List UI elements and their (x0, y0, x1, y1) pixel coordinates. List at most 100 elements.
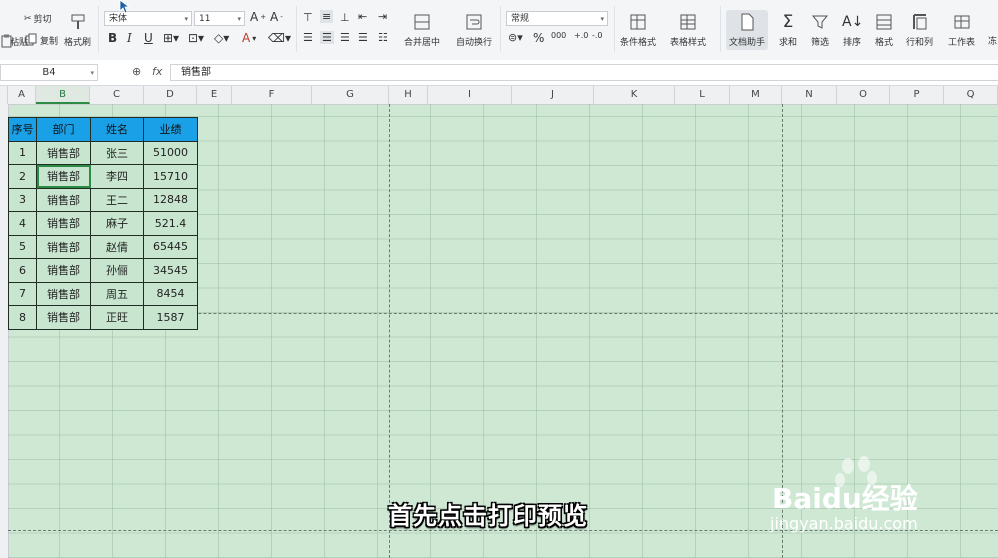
number-format-select[interactable]: 常规 ▾ (506, 11, 608, 26)
align-bottom-icon[interactable]: ⊥ (340, 11, 350, 24)
decrease-decimal-icon[interactable]: -.0 (592, 31, 603, 40)
table-cell[interactable]: 销售部 (36, 258, 91, 283)
column-header-g[interactable]: G (312, 86, 389, 104)
fx-icon[interactable]: fx (152, 65, 162, 78)
indent-increase-icon[interactable]: ⇥ (378, 10, 387, 23)
table-cell[interactable]: 销售部 (36, 140, 91, 165)
justify-icon[interactable]: ☰ (358, 31, 368, 44)
fill-color-icon[interactable]: ◇▾ (214, 31, 229, 45)
align-center-icon[interactable]: ☰ (320, 31, 334, 44)
eraser-icon[interactable]: ⌫▾ (268, 31, 291, 45)
align-middle-icon[interactable]: ≡ (320, 10, 334, 23)
table-cell[interactable]: 正旺 (90, 305, 144, 330)
doc-assistant-button[interactable]: 文档助手 (726, 10, 769, 50)
thousands-icon[interactable]: 000 (551, 31, 566, 40)
column-header-a[interactable]: A (8, 86, 36, 104)
column-header-k[interactable]: K (594, 86, 675, 104)
align-right-icon[interactable]: ☰ (340, 31, 350, 44)
table-cell[interactable]: 8454 (143, 281, 198, 306)
table-cell[interactable]: 6 (8, 258, 37, 283)
table-cell[interactable]: 销售部 (36, 187, 91, 212)
filter-button[interactable]: 筛选 (810, 12, 830, 48)
header-cell[interactable]: 业绩 (143, 117, 198, 142)
merge-center-button[interactable]: 合并居中 (404, 12, 440, 48)
currency-icon[interactable]: ⊜▾ (508, 31, 523, 44)
wrap-text-button[interactable]: 自动换行 (456, 12, 492, 48)
align-top-icon[interactable]: ⊤ (303, 11, 313, 24)
table-cell[interactable]: 8 (8, 305, 37, 330)
column-header-m[interactable]: M (730, 86, 782, 104)
conditional-format-button[interactable]: 条件格式 (620, 12, 656, 48)
table-cell[interactable]: 赵倩 (90, 234, 144, 259)
formula-input[interactable]: 销售部 (170, 64, 998, 81)
font-color-icon[interactable]: A ▾ (242, 31, 256, 45)
freeze-button[interactable]: 冻 (988, 34, 997, 47)
table-cell[interactable]: 521.4 (143, 211, 198, 236)
active-cell[interactable]: 销售部 (36, 164, 91, 189)
sum-button[interactable]: Σ 求和 (778, 12, 798, 48)
sort-button[interactable]: A↓ 排序 (842, 12, 863, 48)
name-box[interactable]: B4 ▾ (0, 64, 98, 81)
select-all-corner[interactable] (0, 86, 8, 104)
worksheet-button[interactable]: 工作表 (948, 12, 975, 48)
column-header-f[interactable]: F (232, 86, 312, 104)
column-header-c[interactable]: C (90, 86, 144, 104)
decrease-font-icon[interactable]: A- (270, 10, 283, 24)
table-cell[interactable]: 2 (8, 164, 37, 189)
table-cell[interactable]: 3 (8, 187, 37, 212)
format-button[interactable]: 格式 (874, 12, 894, 48)
table-cell[interactable]: 李四 (90, 164, 144, 189)
increase-decimal-icon[interactable]: +.0 (574, 31, 588, 40)
rows-cols-button[interactable]: 行和列 (906, 12, 933, 48)
align-left-icon[interactable]: ☰ (303, 31, 313, 44)
column-header-i[interactable]: I (428, 86, 512, 104)
table-cell[interactable]: 销售部 (36, 281, 91, 306)
table-cell[interactable]: 1 (8, 140, 37, 165)
distributed-icon[interactable]: ☷ (378, 31, 388, 44)
table-cell[interactable]: 销售部 (36, 211, 91, 236)
table-cell[interactable]: 孙俪 (90, 258, 144, 283)
bold-icon[interactable]: B (108, 31, 117, 45)
table-cell[interactable]: 1587 (143, 305, 198, 330)
zoom-icon[interactable]: ⊕ (132, 65, 141, 78)
table-cell[interactable]: 王二 (90, 187, 144, 212)
column-header-e[interactable]: E (197, 86, 232, 104)
cell-style-icon[interactable]: ⊡▾ (188, 31, 204, 45)
copy-button[interactable]: 复制 (24, 33, 58, 47)
format-painter-button[interactable]: 格式刷 (64, 12, 91, 48)
percent-icon[interactable]: % (533, 31, 544, 45)
table-cell[interactable]: 51000 (143, 140, 198, 165)
column-header-h[interactable]: H (389, 86, 428, 104)
increase-font-icon[interactable]: A + (250, 10, 266, 24)
column-header-q[interactable]: Q (944, 86, 998, 104)
header-cell[interactable]: 序号 (8, 117, 37, 142)
table-cell[interactable]: 7 (8, 281, 37, 306)
italic-icon[interactable]: I (127, 31, 132, 45)
font-name-select[interactable]: 宋体 ▾ (104, 11, 192, 26)
column-header-l[interactable]: L (675, 86, 730, 104)
table-cell[interactable]: 12848 (143, 187, 198, 212)
indent-decrease-icon[interactable]: ⇤ (358, 10, 367, 23)
table-cell[interactable]: 15710 (143, 164, 198, 189)
header-cell[interactable]: 姓名 (90, 117, 144, 142)
table-cell[interactable]: 34545 (143, 258, 198, 283)
column-header-d[interactable]: D (144, 86, 197, 104)
table-cell[interactable]: 周五 (90, 281, 144, 306)
table-cell[interactable]: 销售部 (36, 305, 91, 330)
column-header-n[interactable]: N (782, 86, 837, 104)
header-cell[interactable]: 部门 (36, 117, 91, 142)
table-cell[interactable]: 4 (8, 211, 37, 236)
column-header-b[interactable]: B (36, 86, 90, 104)
cut-button[interactable]: ✂ 剪切 (24, 12, 52, 26)
column-header-o[interactable]: O (837, 86, 890, 104)
underline-icon[interactable]: U (144, 31, 153, 45)
table-cell[interactable]: 5 (8, 234, 37, 259)
column-header-j[interactable]: J (512, 86, 594, 104)
border-icon[interactable]: ⊞▾ (163, 31, 179, 45)
font-size-select[interactable]: 11 ▾ (194, 11, 245, 26)
table-cell[interactable]: 65445 (143, 234, 198, 259)
column-header-p[interactable]: P (890, 86, 944, 104)
table-cell[interactable]: 麻子 (90, 211, 144, 236)
table-style-button[interactable]: 表格样式 (670, 12, 706, 48)
table-cell[interactable]: 销售部 (36, 234, 91, 259)
